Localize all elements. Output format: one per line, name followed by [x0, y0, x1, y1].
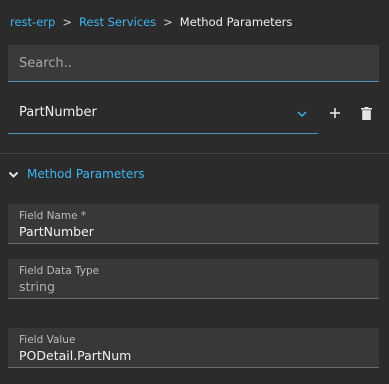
field-data-type-input[interactable]: Field Data Type string — [8, 259, 379, 299]
add-parameter-button[interactable] — [325, 103, 345, 123]
breadcrumb: rest-erp > Rest Services > Method Parame… — [10, 14, 292, 30]
parameter-select-value: PartNumber — [19, 105, 97, 120]
field-label: Field Name * — [19, 210, 87, 222]
chevron-down-icon — [8, 171, 19, 178]
plus-icon — [330, 108, 340, 118]
search-input[interactable] — [8, 45, 379, 81]
method-parameters-section-toggle[interactable]: Method Parameters — [8, 164, 145, 184]
trash-icon — [360, 106, 372, 120]
breadcrumb-separator: > — [163, 15, 173, 29]
field-value: PartNumber — [19, 224, 94, 239]
delete-parameter-button[interactable] — [356, 103, 376, 123]
field-value: string — [19, 279, 55, 294]
divider — [0, 153, 389, 154]
breadcrumb-link-rest-erp[interactable]: rest-erp — [10, 15, 55, 29]
search-box — [8, 45, 379, 82]
field-value: PODetail.PartNum — [19, 348, 132, 363]
chevron-down-icon — [297, 111, 307, 117]
breadcrumb-current: Method Parameters — [179, 15, 293, 29]
breadcrumb-separator: > — [62, 15, 72, 29]
field-label: Field Data Type — [19, 265, 100, 277]
field-value-input[interactable]: Field Value PODetail.PartNum — [8, 328, 379, 368]
section-title: Method Parameters — [27, 167, 145, 181]
field-label: Field Value — [19, 334, 76, 346]
parameter-select[interactable]: PartNumber — [8, 96, 318, 134]
field-name-input[interactable]: Field Name * PartNumber — [8, 204, 379, 244]
breadcrumb-link-rest-services[interactable]: Rest Services — [79, 15, 156, 29]
